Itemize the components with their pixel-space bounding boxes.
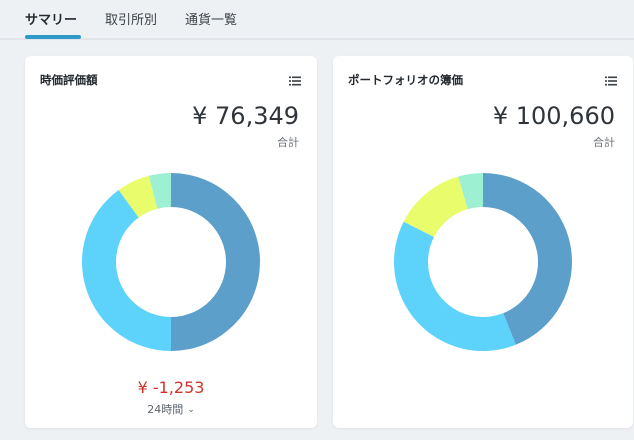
market-value-donut-chart [82, 173, 260, 351]
book-value-donut-chart [394, 173, 572, 351]
market-value-card: 時価評価額 ¥ 76,349 合計 ¥ -1,253 24時間 ⌄ [25, 56, 317, 428]
chevron-down-icon: ⌄ [187, 405, 195, 415]
market-value-amount: ¥ 76,349 [192, 102, 299, 130]
active-tab-indicator [25, 35, 81, 39]
total-label: 合計 [593, 136, 615, 149]
donut-slice-1 [171, 173, 260, 351]
list-icon[interactable] [605, 76, 617, 86]
period-selector[interactable]: 24時間 ⌄ [25, 401, 317, 417]
list-icon[interactable] [289, 76, 301, 86]
tab-by-exchange[interactable]: 取引所別 [105, 9, 157, 28]
donut-slice-2 [82, 189, 171, 351]
donut-slice-2 [394, 221, 516, 351]
total-label: 合計 [277, 136, 299, 149]
tab-bar: サマリー 取引所別 通貨一覧 [0, 0, 634, 40]
book-value-card: ポートフォリオの簿価 ¥ 100,660 合計 [333, 56, 633, 428]
card-title: 時価評価額 [40, 73, 98, 87]
period-label: 24時間 [147, 403, 184, 416]
card-title: ポートフォリオの簿価 [348, 73, 463, 87]
tab-summary[interactable]: サマリー [25, 9, 77, 28]
book-value-amount: ¥ 100,660 [492, 102, 615, 130]
tab-currency-list[interactable]: 通貨一覧 [185, 9, 237, 28]
change-amount: ¥ -1,253 [137, 378, 205, 397]
